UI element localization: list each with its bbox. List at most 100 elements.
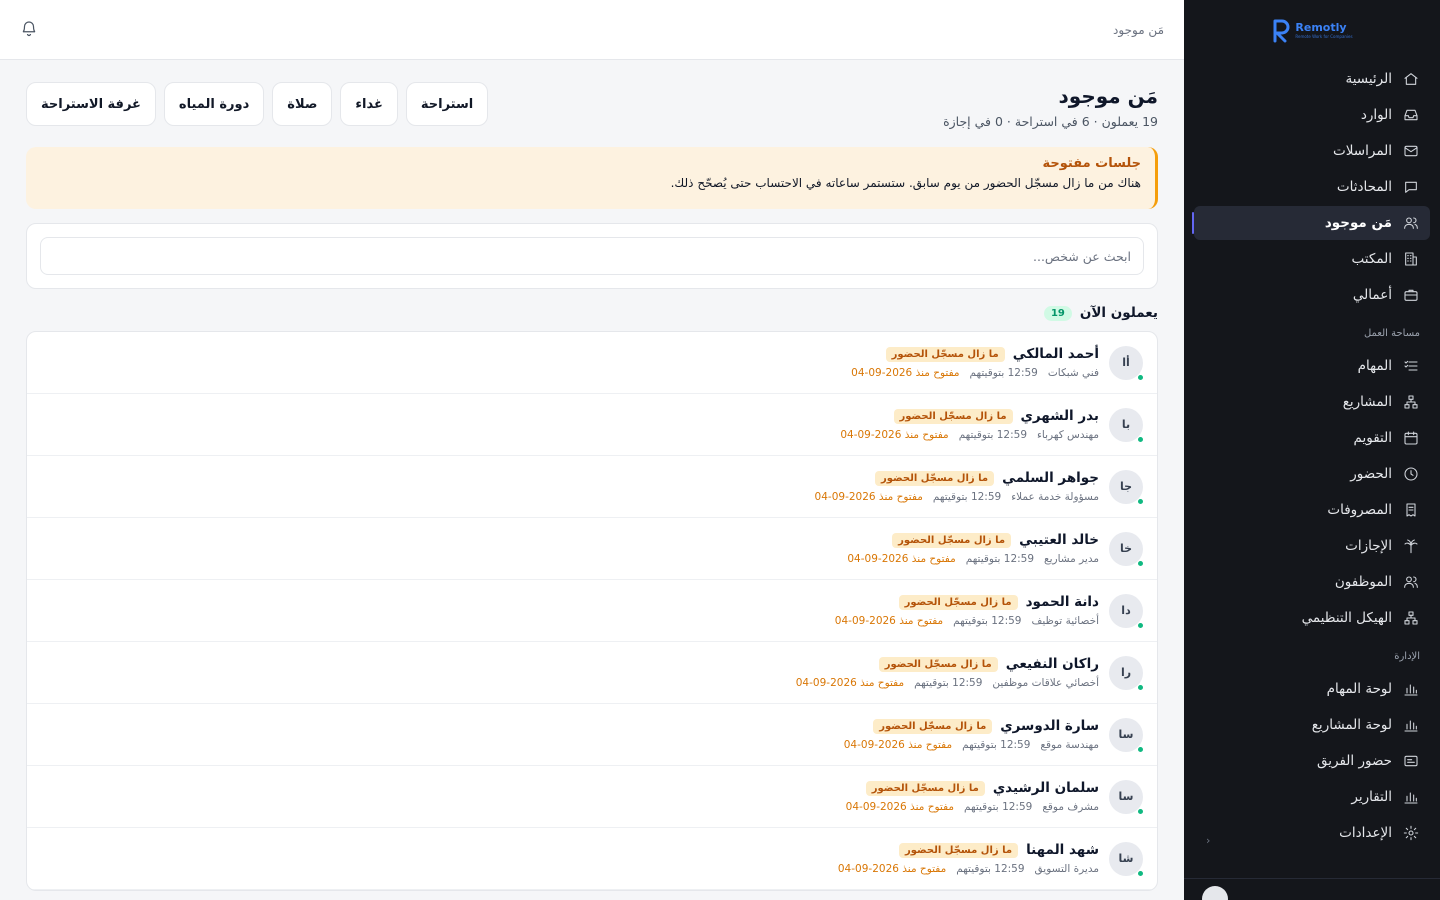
person-name: جواهر السلمي <box>1002 470 1099 486</box>
calendar-icon <box>1402 429 1420 447</box>
person-local-time: 12:59 بتوقيتهم <box>965 553 1035 565</box>
person-row[interactable]: دا دانة الحمود ما زال مسجّل الحضور أخصائية … <box>27 580 1157 642</box>
person-name: راكان النفيعي <box>1005 656 1099 672</box>
sidebar-primary-item-0[interactable]: الرئيسية <box>1194 62 1430 96</box>
collapse-sidebar-chevron-icon[interactable]: ‹ <box>1206 834 1210 847</box>
status-button-2[interactable]: صلاة <box>272 82 333 126</box>
still-clocked-in-badge: ما زال مسجّل الحضور <box>865 780 985 796</box>
session-open-since: مفتوح منذ 2026-09-04 <box>837 863 947 875</box>
avatar-initials: با <box>1121 418 1131 431</box>
person-row[interactable]: با بدر الشهري ما زال مسجّل الحضور مهندس كهر… <box>27 394 1157 456</box>
person-local-time: 12:59 بتوقيتهم <box>956 863 1025 875</box>
person-avatar: را <box>1109 655 1144 691</box>
avatar-initials: خا <box>1119 542 1133 555</box>
avatar-initials: أا <box>1122 356 1130 369</box>
status-button-0[interactable]: استراحة <box>405 82 489 126</box>
person-row[interactable]: أا أحمد المالكي ما زال مسجّل الحضور فني شبك… <box>27 332 1157 394</box>
sidebar-item-label: أعمالي <box>1352 287 1392 303</box>
person-role: فني شبكات <box>1047 367 1099 379</box>
sidebar-footer <box>1184 878 1440 900</box>
receipt-icon <box>1402 501 1420 519</box>
avatar-initials: را <box>1120 666 1132 679</box>
online-status-dot <box>1137 497 1144 505</box>
gear-icon <box>1402 824 1420 842</box>
avatar-initials: شا <box>1118 852 1134 865</box>
sidebar-item-label: حضور الفريق <box>1317 753 1392 769</box>
sidebar-workspace-item-5[interactable]: الإجازات <box>1194 529 1430 563</box>
id-card-icon <box>1402 752 1420 770</box>
person-row[interactable]: را راكان النفيعي ما زال مسجّل الحضور أخصائي… <box>27 642 1157 704</box>
nav-admin: لوحة المهام لوحة المشاريع حضور الفريق التقا… <box>1184 672 1440 850</box>
sidebar-admin-item-3[interactable]: التقارير <box>1194 780 1430 814</box>
still-clocked-in-badge: ما زال مسجّل الحضور <box>873 718 993 734</box>
search-input[interactable] <box>40 237 1144 275</box>
sidebar-workspace-item-2[interactable]: التقويم <box>1194 421 1430 455</box>
sidebar-workspace-item-0[interactable]: المهام <box>1194 349 1430 383</box>
session-open-since: مفتوح منذ 2026-09-04 <box>834 615 944 627</box>
org-chart-icon <box>1402 609 1420 627</box>
sidebar-primary-item-1[interactable]: الوارد <box>1194 98 1430 132</box>
sidebar-primary-item-5[interactable]: المكتب <box>1194 242 1430 276</box>
status-button-3[interactable]: دورة المياه <box>163 82 265 126</box>
sidebar-item-label: التقويم <box>1353 430 1392 446</box>
avatar-initials: سا <box>1118 728 1134 741</box>
breadcrumb[interactable]: مَن موجود <box>1113 23 1164 37</box>
logo-mark-icon <box>1271 17 1291 43</box>
sidebar-workspace-item-7[interactable]: الهيكل التنظيمي <box>1194 601 1430 635</box>
avatar-initials: جا <box>1119 480 1133 493</box>
online-status-dot <box>1137 435 1144 443</box>
bar-chart-icon <box>1402 788 1420 806</box>
sidebar-admin-item-1[interactable]: لوحة المشاريع <box>1194 708 1430 742</box>
sidebar-item-label: المهام <box>1357 358 1392 374</box>
session-open-since: مفتوح منذ 2026-09-04 <box>851 367 960 379</box>
person-name: دانة الحمود <box>1025 594 1099 610</box>
status-button-1[interactable]: غداء <box>340 82 398 126</box>
sidebar-workspace-item-4[interactable]: المصروفات <box>1194 493 1430 527</box>
sidebar-workspace-item-6[interactable]: الموظفون <box>1194 565 1430 599</box>
sidebar-item-label: مَن موجود <box>1324 215 1392 231</box>
person-row[interactable]: سا سلمان الرشيدي ما زال مسجّل الحضور مشرف م… <box>27 766 1157 828</box>
person-local-time: 12:59 بتوقيتهم <box>969 367 1038 379</box>
still-clocked-in-badge: ما زال مسجّل الحضور <box>875 470 995 486</box>
sidebar-workspace-item-3[interactable]: الحضور <box>1194 457 1430 491</box>
sidebar-primary-item-6[interactable]: أعمالي <box>1194 278 1430 312</box>
sidebar-item-label: الموظفون <box>1334 574 1392 590</box>
nav-workspace: المهام المشاريع التقويم الحضور المصروفات الإج… <box>1184 349 1440 635</box>
sidebar-item-label: لوحة المشاريع <box>1311 717 1392 733</box>
status-button-4[interactable]: غرفة الاستراحة <box>26 82 156 126</box>
still-clocked-in-badge: ما زال مسجّل الحضور <box>885 346 1005 362</box>
content: مَن موجود 19 يعملون · 6 في استراحة · 0 ف… <box>0 60 1184 891</box>
topbar: مَن موجود <box>0 0 1184 60</box>
clock-icon <box>1402 465 1420 483</box>
online-status-dot <box>1137 373 1144 381</box>
person-name: شهد المهنا <box>1026 842 1099 858</box>
person-row[interactable]: سا سارة الدوسري ما زال مسجّل الحضور مهندسة … <box>27 704 1157 766</box>
user-avatar[interactable] <box>1202 886 1228 900</box>
person-role: مديرة التسويق <box>1034 863 1099 875</box>
person-local-time: 12:59 بتوقيتهم <box>953 615 1022 627</box>
person-local-time: 12:59 بتوقيتهم <box>962 739 1031 751</box>
bell-icon[interactable] <box>20 19 38 41</box>
session-open-since: مفتوح منذ 2026-09-04 <box>814 491 923 503</box>
session-open-since: مفتوح منذ 2026-09-04 <box>795 677 905 689</box>
person-row[interactable]: خا خالد العتيبي ما زال مسجّل الحضور مدير مش… <box>27 518 1157 580</box>
working-now-header: يعملون الآن 19 <box>26 305 1158 321</box>
person-row[interactable]: جا جواهر السلمي ما زال مسجّل الحضور مسؤولة … <box>27 456 1157 518</box>
sidebar-item-label: المكتب <box>1351 251 1392 267</box>
sidebar-item-label: الحضور <box>1350 466 1392 482</box>
person-name: أحمد المالكي <box>1012 346 1099 362</box>
brand-logo[interactable]: Remotly Remote Work for Companies <box>1184 0 1440 60</box>
person-role: مهندس كهرباء <box>1037 429 1099 441</box>
sidebar-primary-item-2[interactable]: المراسلات <box>1194 134 1430 168</box>
sidebar-admin-item-4[interactable]: الإعدادات <box>1194 816 1430 850</box>
sidebar-primary-item-4[interactable]: مَن موجود <box>1192 206 1430 240</box>
sidebar-primary-item-3[interactable]: المحادثات <box>1194 170 1430 204</box>
sidebar-admin-item-2[interactable]: حضور الفريق <box>1194 744 1430 778</box>
person-local-time: 12:59 بتوقيتهم <box>932 491 1002 503</box>
sidebar-workspace-item-1[interactable]: المشاريع <box>1194 385 1430 419</box>
sidebar-admin-item-0[interactable]: لوحة المهام <box>1194 672 1430 706</box>
person-role: مشرف موقع <box>1042 801 1099 813</box>
person-row[interactable]: شا شهد المهنا ما زال مسجّل الحضور مديرة الت… <box>27 828 1157 890</box>
working-count-badge: 19 <box>1043 305 1072 321</box>
nav-section-admin: الإدارة <box>1394 651 1420 662</box>
